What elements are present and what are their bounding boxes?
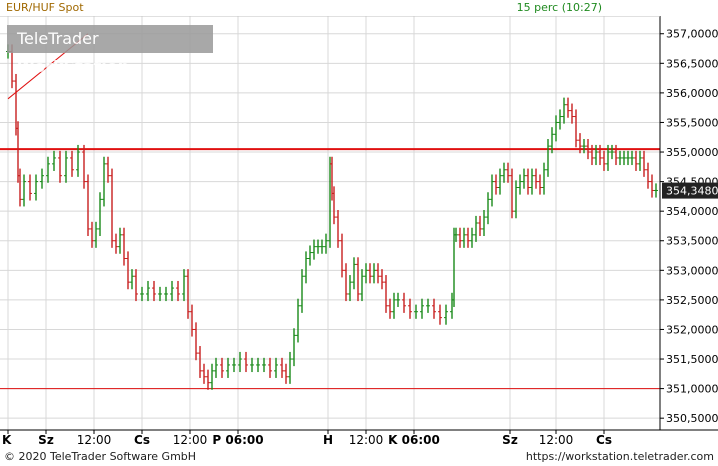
y-tick-label: 356,5000: [666, 57, 718, 70]
delay-status: 15 perc (10:27): [516, 1, 602, 14]
x-tick-label: 12:00: [77, 433, 112, 447]
y-tick-label: 352,0000: [666, 323, 718, 336]
x-tick-label: 12:00: [349, 433, 384, 447]
y-tick-label: 353,0000: [666, 264, 718, 277]
y-tick-label: 350,5000: [666, 412, 718, 425]
y-tick-label: 355,5000: [666, 116, 718, 129]
x-tick-label: Sz: [502, 433, 518, 447]
x-axis: K Sz 12:00 Cs 12:00 P 06:00 H 12:00 K 06:00 Sz 12:…: [2, 430, 612, 447]
y-tick-label: 352,5000: [666, 294, 718, 307]
y-axis: 357,0000 356,5000 356,0000 355,5000 355,0000…: [660, 28, 718, 425]
x-tick-label: H: [323, 433, 333, 447]
footer: © 2020 TeleTrader Software GmbH https://…: [0, 449, 718, 466]
x-tick-label: Cs: [596, 433, 612, 447]
x-tick-label: K: [2, 433, 12, 447]
last-price-label: 354,3480: [666, 185, 718, 198]
last-price-marker: 354,3480: [662, 182, 718, 199]
x-tick-label: 12:00: [539, 433, 574, 447]
y-tick-label: 353,5000: [666, 235, 718, 248]
copyright-text: © 2020 TeleTrader Software GmbH: [4, 450, 197, 463]
y-tick-label: 351,5000: [666, 353, 718, 366]
y-tick-label: 351,0000: [666, 383, 718, 396]
y-tick-label: 356,0000: [666, 87, 718, 100]
instrument-title[interactable]: EUR/HUF Spot: [6, 1, 84, 14]
watermark-logo: TeleTrader WorkStation: [7, 25, 213, 76]
y-tick-label: 354,0000: [666, 205, 718, 218]
x-tick-label: 12:00: [173, 433, 208, 447]
watermark-regular: TeleTrader: [17, 29, 99, 48]
x-tick-label: Cs: [134, 433, 150, 447]
chart-header: EUR/HUF Spot 15 perc (10:27): [0, 0, 660, 16]
x-tick-label: P 06:00: [212, 433, 263, 447]
y-tick-label: 355,0000: [666, 146, 718, 159]
x-tick-label: Sz: [38, 433, 54, 447]
y-tick-label: 357,0000: [666, 28, 718, 41]
footer-url[interactable]: https://workstation.teletrader.com: [526, 450, 714, 463]
x-tick-label: K 06:00: [388, 433, 440, 447]
watermark-bold: WorkStation: [17, 57, 130, 76]
